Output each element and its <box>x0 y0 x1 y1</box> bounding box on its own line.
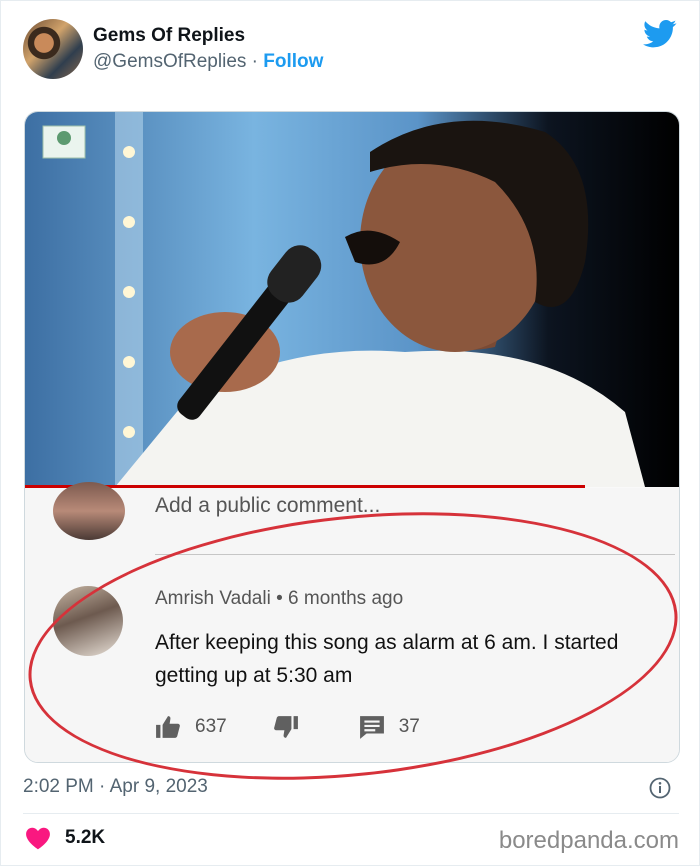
comment-meta: Amrish Vadali • 6 months ago <box>155 588 403 610</box>
comment-age: 6 months ago <box>288 588 404 609</box>
tweet-timestamp[interactable]: 2:02 PM · Apr 9, 2023 <box>23 776 208 798</box>
author-avatar[interactable] <box>23 19 83 79</box>
watermark: boredpanda.com <box>498 827 679 854</box>
author-name[interactable]: Gems Of Replies <box>93 25 245 47</box>
reply-count: 37 <box>398 716 420 737</box>
meta-dot: • <box>276 588 283 609</box>
like-count-total: 5.2K <box>65 827 106 848</box>
viewer-avatar <box>53 482 125 540</box>
twitter-bird-icon[interactable] <box>643 19 677 49</box>
commenter-name[interactable]: Amrish Vadali <box>155 588 271 609</box>
tweet-media[interactable]: Add a public comment... Amrish Vadali • … <box>24 111 680 763</box>
comment-input-underline <box>155 554 675 555</box>
singer-illustration <box>42 112 645 487</box>
thumbs-down-icon[interactable] <box>273 715 299 739</box>
like-button[interactable]: 5.2K <box>25 826 105 850</box>
commenter-avatar[interactable] <box>53 586 123 656</box>
heart-icon[interactable] <box>25 826 51 850</box>
singer-photo <box>25 112 679 487</box>
comment-text: After keeping this song as alarm at 6 am… <box>155 631 619 687</box>
author-handle-row: @GemsOfReplies · Follow <box>93 51 323 73</box>
reply-icon[interactable] <box>359 715 385 739</box>
add-comment-input[interactable]: Add a public comment... <box>155 494 380 518</box>
thumbs-up-icon[interactable] <box>155 715 181 739</box>
comment-actions: 637 37 <box>155 712 420 742</box>
info-icon[interactable] <box>649 777 671 799</box>
footer-divider <box>23 813 679 814</box>
like-count: 637 <box>195 716 227 737</box>
tweet-card: Gems Of Replies @GemsOfReplies · Follow <box>0 0 700 866</box>
follow-button[interactable]: Follow <box>263 51 323 72</box>
author-handle[interactable]: @GemsOfReplies <box>93 51 246 72</box>
youtube-comment-section: Add a public comment... Amrish Vadali • … <box>25 482 679 762</box>
handle-separator: · <box>246 51 264 72</box>
